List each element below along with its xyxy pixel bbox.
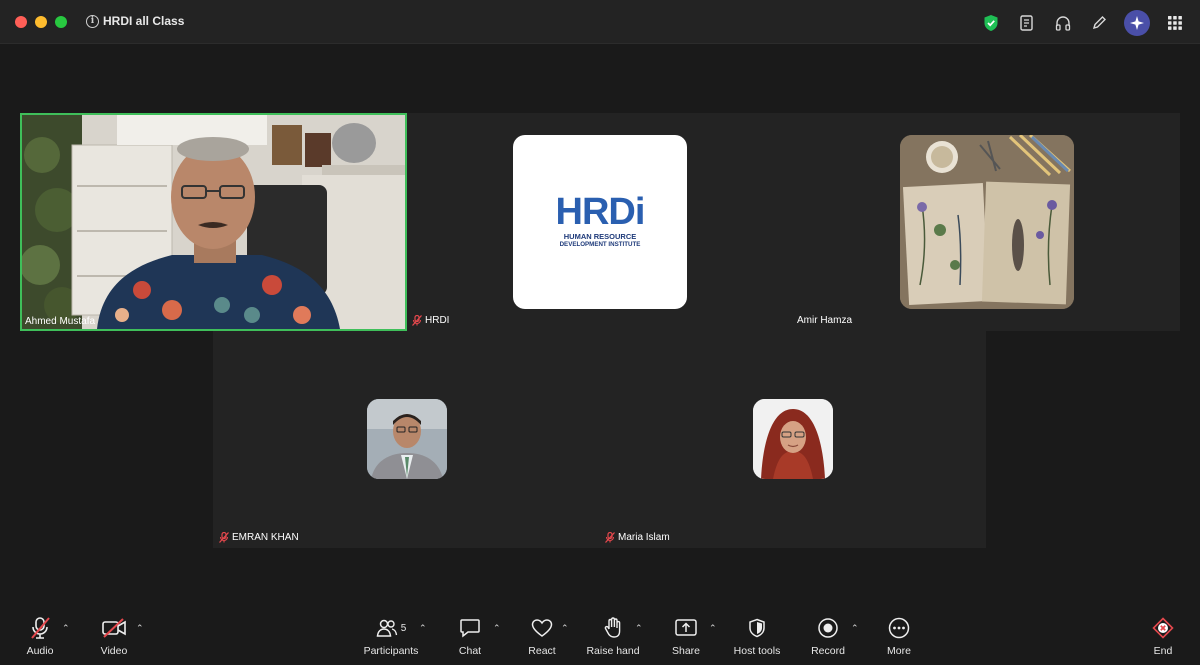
participants-count: 5: [400, 622, 407, 634]
profile-photo: [367, 399, 447, 479]
participants-button[interactable]: 5 Participants: [362, 615, 420, 657]
participant-video: [22, 115, 405, 329]
pencil-icon[interactable]: [1088, 12, 1110, 34]
more-button[interactable]: More: [884, 615, 914, 657]
record-button[interactable]: Record: [810, 615, 846, 657]
participant-name-label: HRDI: [412, 315, 449, 326]
hrdi-logo-mark: HRDi: [555, 191, 646, 233]
record-icon: [817, 615, 839, 641]
title-bar: i HRDI all Class: [0, 0, 1200, 44]
audio-button[interactable]: Audio: [24, 615, 56, 657]
hrdi-logo-subtitle-2: DEVELOPMENT INSTITUTE: [559, 241, 641, 248]
participant-name-label: Ahmed Mustafa: [25, 316, 96, 327]
close-window-button[interactable]: [15, 16, 27, 28]
emran-khan-avatar: [367, 399, 447, 479]
heart-icon: [531, 615, 553, 641]
hrdi-logo-subtitle-1: HUMAN RESOURCE: [563, 232, 637, 241]
maria-islam-avatar: [753, 399, 833, 479]
hrdi-logo-avatar: HRDi HUMAN RESOURCE DEVELOPMENT INSTITUT…: [513, 135, 687, 309]
video-options-caret[interactable]: ⌃: [136, 623, 144, 634]
host-shield-icon: [748, 615, 766, 641]
minimize-window-button[interactable]: [35, 16, 47, 28]
host-tools-button[interactable]: Host tools: [731, 615, 783, 657]
video-gallery: Ahmed Mustafa HRDi HUMAN RESOURCE DEVELO…: [0, 45, 1200, 605]
shield-icon[interactable]: [980, 12, 1002, 34]
ai-companion-icon[interactable]: [1124, 10, 1150, 36]
botanical-sketch-image: [900, 135, 1074, 309]
amir-hamza-avatar: [900, 135, 1074, 309]
muted-mic-icon: [412, 315, 422, 326]
chat-options-caret[interactable]: ⌃: [493, 623, 501, 634]
participants-options-caret[interactable]: ⌃: [419, 623, 427, 634]
chat-icon: [459, 615, 481, 641]
share-options-caret[interactable]: ⌃: [709, 623, 717, 634]
participant-name-label: Amir Hamza: [797, 315, 853, 326]
more-icon: [888, 615, 910, 641]
raise-hand-icon: [603, 615, 623, 641]
record-options-caret[interactable]: ⌃: [851, 623, 859, 634]
share-button[interactable]: Share: [671, 615, 701, 657]
participant-name-label: EMRAN KHAN: [219, 532, 299, 543]
headphones-icon[interactable]: [1052, 12, 1074, 34]
raise-hand-options-caret[interactable]: ⌃: [635, 623, 643, 634]
raise-hand-button[interactable]: Raise hand: [585, 615, 641, 657]
audio-options-caret[interactable]: ⌃: [62, 623, 70, 634]
chat-button[interactable]: Chat: [455, 615, 485, 657]
end-close-icon: [1152, 615, 1174, 641]
end-meeting-button[interactable]: End: [1150, 615, 1176, 657]
video-button[interactable]: Video: [98, 615, 130, 657]
participant-name-label: Maria Islam: [605, 532, 670, 543]
meeting-info[interactable]: i HRDI all Class: [86, 14, 184, 28]
notes-icon[interactable]: [1016, 12, 1038, 34]
share-screen-icon: [674, 615, 698, 641]
participants-icon: 5: [376, 615, 407, 641]
apps-grid-icon[interactable]: [1164, 12, 1186, 34]
meeting-title: HRDI all Class: [103, 14, 185, 28]
info-icon: i: [86, 14, 99, 28]
video-tile-row-bottom: [213, 331, 986, 548]
meeting-toolbar: Audio ⌃ Video ⌃ 5 Participants ⌃ Chat ⌃ …: [0, 605, 1200, 665]
maximize-window-button[interactable]: [55, 16, 67, 28]
muted-microphone-icon: [29, 615, 51, 641]
react-button[interactable]: React: [526, 615, 558, 657]
video-off-icon: [101, 615, 127, 641]
muted-mic-icon: [219, 532, 229, 543]
react-options-caret[interactable]: ⌃: [561, 623, 569, 634]
muted-mic-icon: [605, 532, 615, 543]
profile-photo: [753, 399, 833, 479]
video-tile-ahmed-mustafa[interactable]: Ahmed Mustafa: [20, 113, 407, 331]
